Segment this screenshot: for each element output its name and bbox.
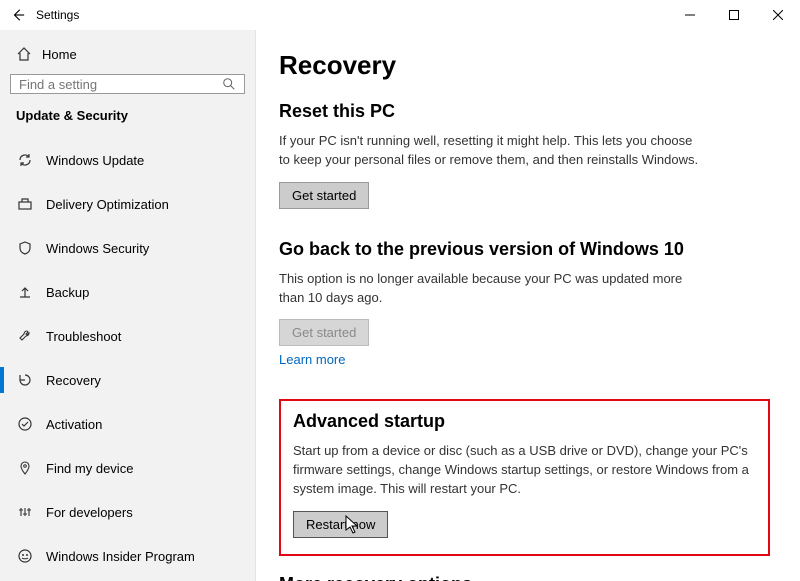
page-title: Recovery xyxy=(279,50,770,81)
sidebar-item-label: Activation xyxy=(46,417,102,432)
advanced-startup-heading: Advanced startup xyxy=(293,411,756,432)
location-icon xyxy=(16,459,34,477)
go-back-desc: This option is no longer available becau… xyxy=(279,270,699,308)
minimize-button[interactable] xyxy=(668,0,712,30)
search-box[interactable] xyxy=(10,74,245,94)
sidebar-section-title: Update & Security xyxy=(10,108,245,141)
check-circle-icon xyxy=(16,415,34,433)
home-link[interactable]: Home xyxy=(10,40,245,74)
sidebar-item-label: Troubleshoot xyxy=(46,329,121,344)
titlebar: Settings xyxy=(0,0,800,30)
home-label: Home xyxy=(42,47,77,62)
developers-icon xyxy=(16,503,34,521)
reset-pc-section: Reset this PC If your PC isn't running w… xyxy=(279,101,770,209)
more-recovery-options-heading: More recovery options xyxy=(279,574,770,581)
maximize-icon xyxy=(729,10,739,20)
backup-icon xyxy=(16,283,34,301)
back-button[interactable] xyxy=(8,5,28,25)
search-icon xyxy=(222,77,236,91)
sidebar-item-label: Delivery Optimization xyxy=(46,197,169,212)
wrench-icon xyxy=(16,327,34,345)
reset-pc-desc: If your PC isn't running well, resetting… xyxy=(279,132,699,170)
sidebar-item-find-my-device[interactable]: Find my device xyxy=(10,449,245,487)
sidebar-item-windows-insider[interactable]: Windows Insider Program xyxy=(10,537,245,575)
go-back-heading: Go back to the previous version of Windo… xyxy=(279,239,770,260)
sidebar-item-for-developers[interactable]: For developers xyxy=(10,493,245,531)
sidebar-item-label: Recovery xyxy=(46,373,101,388)
sidebar: Home Update & Security Windows Update De… xyxy=(0,30,255,581)
sidebar-item-windows-update[interactable]: Windows Update xyxy=(10,141,245,179)
reset-pc-heading: Reset this PC xyxy=(279,101,770,122)
content-pane: Recovery Reset this PC If your PC isn't … xyxy=(255,30,800,581)
go-back-get-started-button: Get started xyxy=(279,319,369,346)
sidebar-item-label: Find my device xyxy=(46,461,133,476)
sidebar-item-label: Windows Security xyxy=(46,241,149,256)
sidebar-item-label: For developers xyxy=(46,505,133,520)
sidebar-item-label: Backup xyxy=(46,285,89,300)
search-input[interactable] xyxy=(19,77,222,92)
minimize-icon xyxy=(685,10,695,20)
go-back-section: Go back to the previous version of Windo… xyxy=(279,239,770,370)
advanced-startup-section: Advanced startup Start up from a device … xyxy=(279,399,770,556)
home-icon xyxy=(16,46,32,62)
recovery-icon xyxy=(16,371,34,389)
shield-icon xyxy=(16,239,34,257)
sidebar-item-activation[interactable]: Activation xyxy=(10,405,245,443)
sidebar-item-recovery[interactable]: Recovery xyxy=(10,361,245,399)
arrow-left-icon xyxy=(11,8,25,22)
window-title: Settings xyxy=(36,8,79,22)
advanced-startup-desc: Start up from a device or disc (such as … xyxy=(293,442,753,499)
reset-get-started-button[interactable]: Get started xyxy=(279,182,369,209)
maximize-button[interactable] xyxy=(712,0,756,30)
sidebar-item-troubleshoot[interactable]: Troubleshoot xyxy=(10,317,245,355)
sidebar-item-delivery-optimization[interactable]: Delivery Optimization xyxy=(10,185,245,223)
sidebar-item-backup[interactable]: Backup xyxy=(10,273,245,311)
sidebar-item-label: Windows Insider Program xyxy=(46,549,195,564)
sidebar-nav: Windows Update Delivery Optimization Win… xyxy=(10,141,245,581)
insider-icon xyxy=(16,547,34,565)
sync-icon xyxy=(16,151,34,169)
sidebar-item-label: Windows Update xyxy=(46,153,144,168)
delivery-icon xyxy=(16,195,34,213)
learn-more-link[interactable]: Learn more xyxy=(279,352,345,367)
close-button[interactable] xyxy=(756,0,800,30)
sidebar-item-windows-security[interactable]: Windows Security xyxy=(10,229,245,267)
restart-now-button[interactable]: Restart now xyxy=(293,511,388,538)
close-icon xyxy=(773,10,783,20)
